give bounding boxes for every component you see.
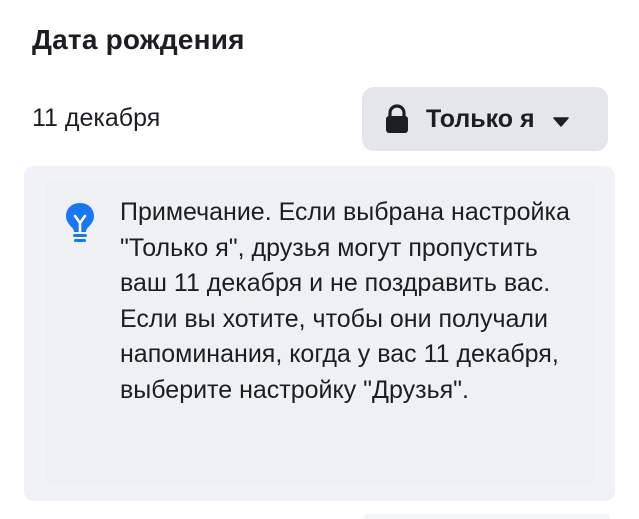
privacy-label: Только я: [426, 104, 535, 133]
privacy-selector-button[interactable]: Только я: [362, 87, 608, 151]
next-item-edge: [364, 514, 610, 519]
birthday-settings-panel: Дата рождения 11 декабря Только я Примеч…: [0, 0, 639, 519]
section-title: Дата рождения: [32, 24, 245, 55]
lock-icon: [384, 104, 410, 134]
lightbulb-icon: [64, 201, 96, 245]
birthday-date-value: 11 декабря: [32, 104, 161, 132]
note-text: Примечание. Если выбрана настройка "Толь…: [120, 198, 570, 404]
caret-down-icon: [552, 114, 569, 127]
